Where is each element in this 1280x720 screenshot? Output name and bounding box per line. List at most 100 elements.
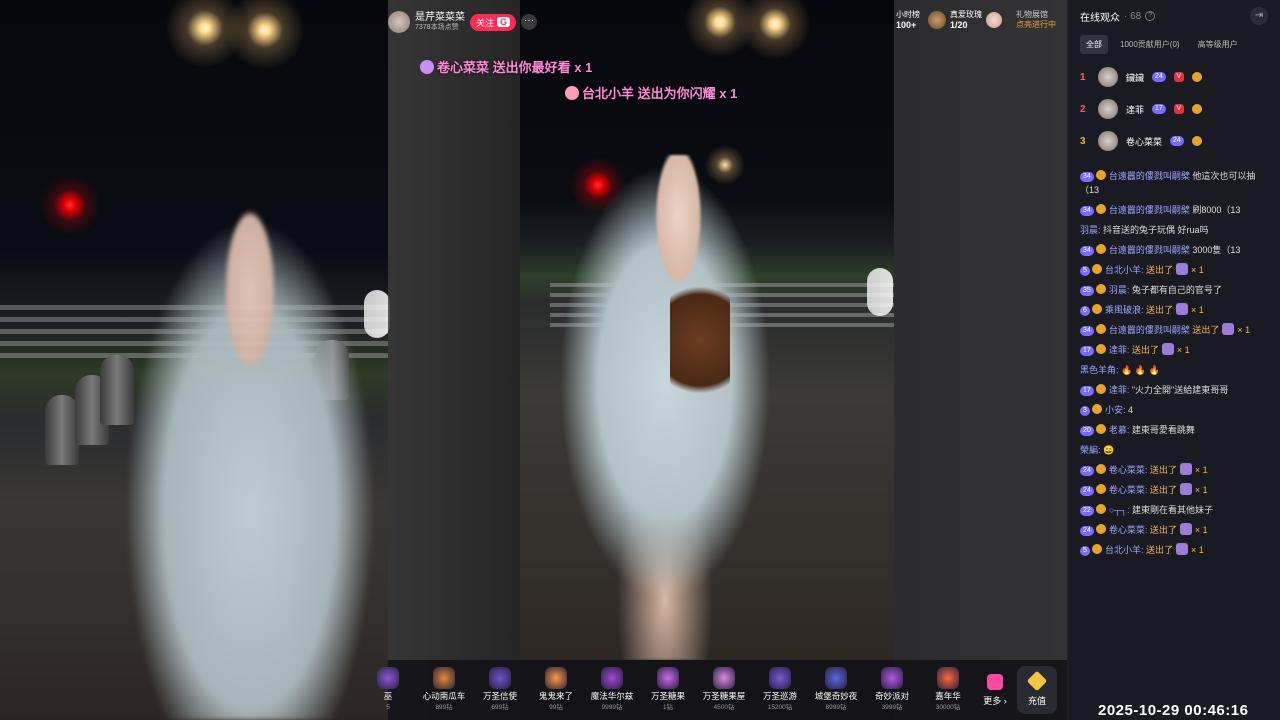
chat-user[interactable]: 羽晨: (1080, 225, 1101, 235)
level-badge: 17 (1080, 386, 1094, 396)
level-badge: 24 (1152, 72, 1166, 82)
chat-message: 17 達菲: 送出了 × 1 (1080, 343, 1268, 357)
gift-name: 鬼鬼来了 (538, 691, 573, 701)
audience-panel: 在线观众 · 68 ? ⇥ 全部 1000贡献用户(0) 高等级用户 1 鑶鑶 24… (1067, 0, 1280, 720)
chat-user[interactable]: ○┬┐: (1109, 505, 1130, 515)
gift-icon (1179, 463, 1192, 475)
gift-item[interactable]: 魔法华尔兹 9999钻 (584, 667, 640, 713)
chat-user[interactable]: 榮編: (1080, 445, 1101, 455)
chat-list: 34 台遠囂的僂戮叫嗣檗 他這次也可以抽（13 34 台遠囂的僂戮叫嗣檗 刷800… (1068, 161, 1280, 557)
fan-badge-icon (1096, 524, 1107, 534)
gift-count: × 1 (1190, 305, 1204, 315)
dim-left (388, 0, 520, 720)
chat-user[interactable]: 台北小羊: (1105, 265, 1144, 275)
gift-gallery[interactable]: 礼物展馆 点亮进行中 (1016, 10, 1056, 30)
gift-icon (825, 667, 847, 689)
follow-button[interactable]: 关注 G (470, 13, 517, 31)
tab-all[interactable]: 全部 (1080, 35, 1108, 54)
blurred-background-left (0, 0, 390, 720)
gift-icon (1179, 523, 1192, 535)
gift-item[interactable]: 嘉年华 30000钻 (920, 667, 976, 713)
gift-icon (713, 667, 735, 689)
gift-icon (1222, 323, 1235, 335)
gift-name: 万圣巡游 (762, 691, 797, 701)
level-badge: 22 (1080, 506, 1094, 516)
chat-user[interactable]: 卷心菜菜: (1109, 485, 1148, 495)
gift-count: × 1 (1194, 525, 1208, 535)
chat-user[interactable]: 台遠囂的僂戮叫嗣檗 (1109, 205, 1190, 215)
gift-count: × 1 (1176, 345, 1190, 355)
chat-user[interactable]: 台遠囂的僂戮叫嗣檗 (1109, 325, 1190, 335)
chat-user[interactable]: 達菲: (1109, 385, 1130, 395)
gift-price: 4500钻 (713, 704, 735, 711)
gift-icon (565, 86, 579, 100)
gift-price: 15200钻 (767, 704, 793, 711)
level-badge: 34 (1080, 172, 1094, 182)
gift-item[interactable]: 万圣糖果屋 4500钻 (696, 667, 752, 713)
chat-message: 5 台北小羊: 送出了 × 1 (1080, 543, 1268, 557)
gift-name: 城堡奇妙夜 (814, 691, 858, 701)
gift-item[interactable]: 奇妙派对 3999钻 (864, 667, 920, 713)
scarf (670, 270, 730, 410)
chat-user[interactable]: 台北小羊: (1105, 545, 1144, 555)
level-badge: 35 (1080, 286, 1094, 296)
chat-text: 😄 (1103, 445, 1115, 455)
audience-tabs: 全部 1000贡献用户(0) 高等级用户 (1068, 32, 1280, 57)
chat-message: 34 台遠囂的僂戮叫嗣檗 他這次也可以抽（13 (1080, 169, 1268, 197)
chat-user[interactable]: 台遠囂的僂戮叫嗣檗 (1109, 171, 1190, 181)
gift-count: × 1 (1237, 325, 1251, 335)
chat-user[interactable]: 台遠囂的僂戮叫嗣檗 (1109, 245, 1190, 255)
gift-item[interactable]: 城堡奇妙夜 8999钻 (808, 667, 864, 713)
audience-count: · 68 (1124, 10, 1142, 22)
host-avatar[interactable] (388, 11, 410, 33)
chat-message: 3 小安: 4 (1080, 403, 1268, 417)
chat-user[interactable]: 達菲: (1109, 345, 1130, 355)
gift-box-icon (987, 673, 1003, 690)
chat-message: 34 台遠囂的僂戮叫嗣檗 送出了 × 1 (1080, 323, 1268, 337)
chat-text: 3000隻（13 (1192, 245, 1241, 255)
chat-user[interactable]: 乘風破浪: (1105, 305, 1144, 315)
gift-name: 万圣糖果 (650, 691, 685, 701)
gift-item[interactable]: 万圣信使 699钻 (472, 667, 528, 713)
gift-name: 心动南瓜车 (422, 691, 466, 701)
chat-message: 17 達菲: "火力全開"送給建東哥哥 (1080, 383, 1268, 397)
rank-number: 2 (1080, 103, 1086, 115)
chat-user[interactable]: 老慕: (1109, 425, 1130, 435)
more-options-icon[interactable]: ··· (521, 14, 538, 30)
diamond-icon (1026, 670, 1048, 692)
gift-price: 99钻 (549, 704, 563, 711)
hour-rank[interactable]: 小时榜 100+ (896, 10, 920, 30)
help-icon[interactable]: ? (1145, 11, 1156, 21)
gift-count: × 1 (1194, 465, 1208, 475)
chat-user[interactable]: 卷心菜菜: (1109, 465, 1148, 475)
gift-item[interactable]: 鬼鬼来了 99钻 (528, 667, 584, 713)
chat-user[interactable]: 黑色羊角: (1080, 365, 1119, 375)
gift-item[interactable]: 万圣巡游 15200钻 (752, 667, 808, 713)
gift-price: 5 (386, 704, 390, 711)
gift-item[interactable]: 万圣糖果 1钻 (640, 667, 696, 713)
tab-high-level[interactable]: 高等级用户 (1192, 35, 1244, 54)
host-name[interactable]: 是芹菜菜菜 (415, 12, 465, 23)
more-gifts-button[interactable]: 更多 › (976, 673, 1014, 707)
chat-user[interactable]: 小安: (1105, 405, 1126, 415)
chat-user[interactable]: 卷心菜菜: (1109, 525, 1148, 535)
chat-text: 抖音送的兔子玩偶 好rua吗 (1103, 225, 1209, 235)
chat-text: 送出了 (1149, 525, 1177, 535)
true-love-rose[interactable]: 真爱玫瑰 1/20 (928, 10, 1002, 30)
gift-item[interactable]: 心动南瓜车 899钻 (416, 667, 472, 713)
recharge-button[interactable]: 充值 (1017, 666, 1057, 714)
rose-badge-icon (928, 11, 946, 29)
rank-user: 達菲 (1126, 104, 1145, 115)
level-badge: 5 (1080, 266, 1090, 276)
rank-row[interactable]: 2 達菲 17 V (1080, 93, 1268, 125)
chat-user[interactable]: 羽晨: (1109, 285, 1130, 295)
gift-name: 万圣信使 (482, 691, 517, 701)
rank-row[interactable]: 3 卷心菜菜 24 (1080, 125, 1268, 157)
rank-row[interactable]: 1 鑶鑶 24 V (1080, 61, 1268, 93)
chat-text: 兔子都有自己的官号了 (1131, 285, 1222, 295)
tab-contributors[interactable]: 1000贡献用户(0) (1114, 35, 1186, 54)
rank-number: 1 (1080, 71, 1086, 83)
collapse-panel-icon[interactable]: ⇥ (1250, 7, 1268, 25)
gift-item[interactable]: 巫5 (360, 667, 416, 713)
bubble-deco (867, 268, 893, 316)
